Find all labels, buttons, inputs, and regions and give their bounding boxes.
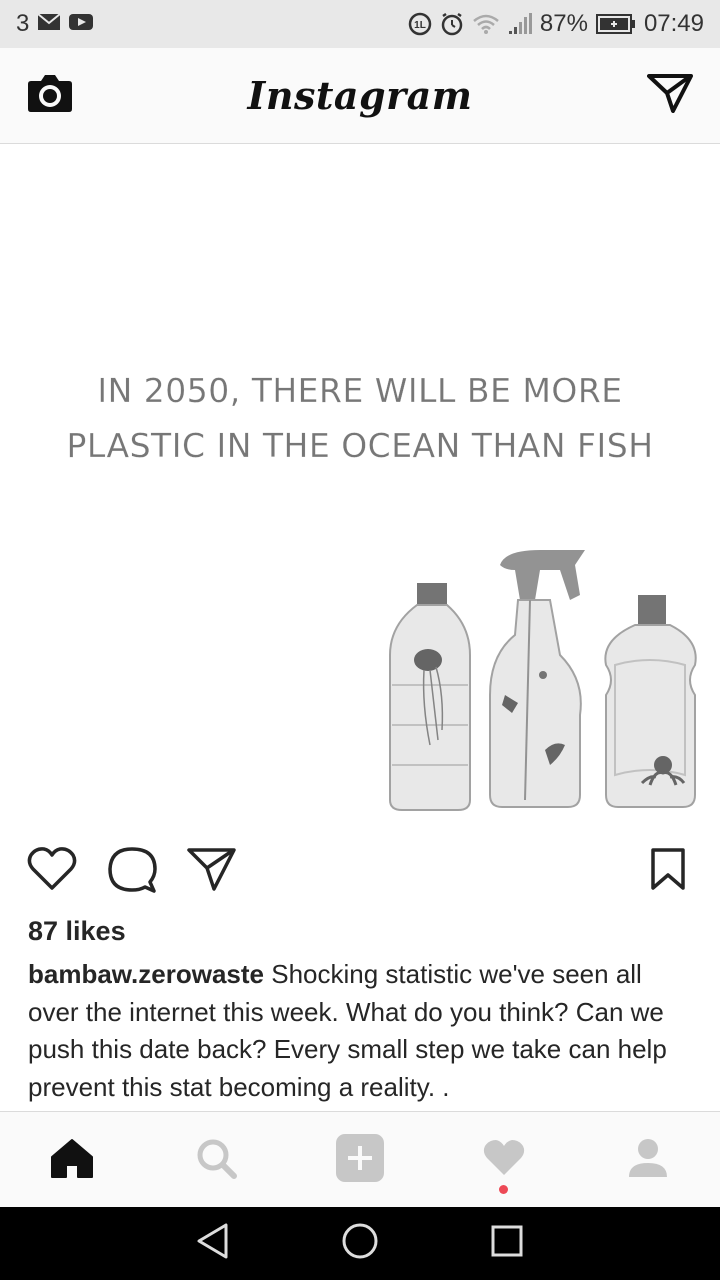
wifi-icon	[472, 13, 500, 35]
heart-outline-icon	[27, 846, 77, 897]
post-caption: bambaw.zerowaste Shocking statistic we'v…	[28, 956, 698, 1106]
recents-square-icon	[490, 1224, 524, 1263]
home-system-button[interactable]	[330, 1214, 390, 1274]
spray-bottle	[489, 550, 585, 808]
save-button[interactable]	[642, 845, 694, 897]
battery-icon	[595, 14, 636, 34]
svg-text:1L: 1L	[414, 20, 426, 31]
like-button[interactable]	[26, 845, 78, 897]
status-left: 3	[16, 10, 94, 38]
bottom-navigation	[0, 1111, 720, 1207]
paper-plane-icon	[647, 73, 693, 118]
caption-username[interactable]: bambaw.zerowaste	[28, 959, 264, 989]
post-headline: IN 2050, THERE WILL BE MORE PLASTIC IN T…	[0, 363, 720, 473]
recents-button[interactable]	[477, 1214, 537, 1274]
add-post-icon	[336, 1133, 384, 1187]
system-navigation-bar	[0, 1207, 720, 1280]
nav-activity[interactable]	[478, 1134, 530, 1186]
water-bottle	[389, 583, 471, 811]
nav-home[interactable]	[46, 1134, 98, 1186]
back-button[interactable]	[183, 1214, 243, 1274]
share-button[interactable]	[186, 845, 238, 897]
dish-soap-bottle	[604, 595, 697, 808]
camera-button[interactable]	[26, 72, 74, 120]
status-bar: 3 1L 87% 07:49	[0, 0, 720, 48]
post-actions	[0, 845, 720, 905]
status-right: 1L 87% 07:49	[408, 10, 704, 38]
nav-profile[interactable]	[622, 1134, 674, 1186]
nav-new-post[interactable]	[334, 1133, 386, 1187]
headline-line-2: PLASTIC IN THE OCEAN THAN FISH	[66, 426, 654, 465]
data-saver-icon: 1L	[408, 12, 432, 36]
activity-notification-dot	[499, 1185, 508, 1194]
notification-count: 3	[16, 10, 30, 37]
mail-icon	[37, 10, 61, 38]
signal-icon	[508, 13, 532, 35]
nav-search[interactable]	[190, 1134, 242, 1186]
bookmark-icon	[650, 847, 686, 896]
back-triangle-icon	[196, 1222, 230, 1265]
headline-line-1: IN 2050, THERE WILL BE MORE	[97, 371, 623, 410]
profile-icon	[627, 1137, 669, 1184]
heart-icon	[482, 1138, 526, 1183]
home-icon	[50, 1137, 94, 1184]
paper-plane-icon	[187, 846, 237, 897]
comment-icon	[107, 844, 157, 899]
top-app-bar: Instagram	[0, 48, 720, 144]
search-icon	[195, 1137, 237, 1184]
youtube-icon	[69, 10, 94, 38]
clock: 07:49	[643, 10, 704, 37]
post-image[interactable]: IN 2050, THERE WILL BE MORE PLASTIC IN T…	[0, 145, 720, 845]
direct-message-button[interactable]	[646, 72, 694, 120]
likes-count[interactable]: 87 likes	[28, 916, 126, 947]
plastic-bottles-illustration	[389, 550, 697, 811]
camera-icon	[27, 73, 73, 118]
alarm-icon	[440, 12, 464, 36]
battery-percent: 87%	[539, 10, 588, 37]
home-circle-icon	[341, 1222, 379, 1265]
comment-button[interactable]	[106, 845, 158, 897]
instagram-logo: Instagram	[247, 73, 473, 118]
